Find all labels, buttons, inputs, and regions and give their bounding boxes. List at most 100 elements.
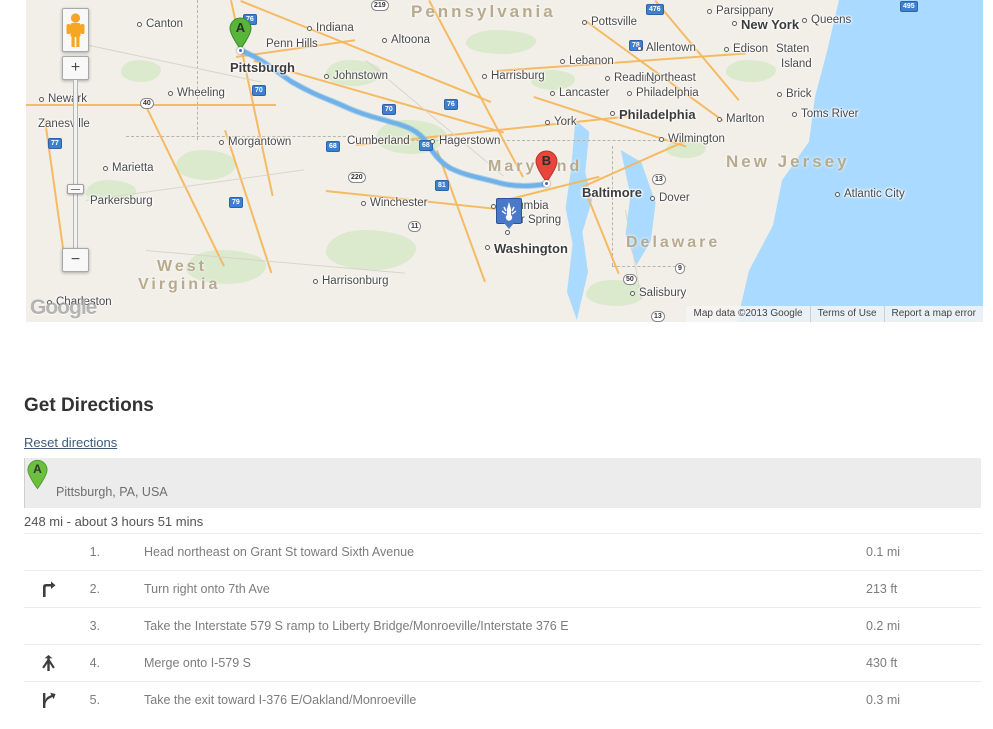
map-data-copyright: Map data ©2013 Google	[693, 308, 803, 319]
state-label: Pennsylvania	[411, 2, 556, 21]
marker-a-label: A	[235, 20, 246, 35]
city-dot	[485, 245, 490, 250]
map-marker-b-destination[interactable]: B	[535, 150, 558, 187]
city-label: Toms River	[801, 108, 859, 120]
city-dot	[792, 112, 797, 117]
google-logo-watermark: Google	[30, 296, 97, 319]
highway-shield: 76	[444, 99, 458, 110]
city-dot	[482, 74, 487, 79]
city-dot	[361, 201, 366, 206]
step-maneuver-icon	[24, 533, 72, 571]
city-label: Wilmington	[668, 133, 725, 145]
city-label: Parsippany	[716, 5, 774, 17]
zoom-out-button[interactable]: −	[62, 248, 89, 272]
pegman-icon	[66, 13, 85, 47]
city-label: Harrisonburg	[322, 275, 389, 287]
city-dot	[545, 120, 550, 125]
city-dot	[717, 117, 722, 122]
step-number: 1.	[72, 533, 120, 571]
step-number: 3.	[72, 607, 120, 645]
city-label: Allentown	[646, 42, 696, 54]
direction-step-row[interactable]: 1. Head northeast on Grant St toward Sixt…	[24, 533, 981, 571]
step-maneuver-icon	[24, 570, 72, 608]
city-dot	[707, 9, 712, 14]
city-label: Penn Hills	[266, 38, 318, 50]
zoom-slider-handle[interactable]	[67, 184, 84, 194]
directions-steps-body: 1. Head northeast on Grant St toward Sixt…	[24, 533, 981, 719]
city-label: New York	[741, 17, 800, 32]
city-label: Atlantic City	[844, 188, 905, 200]
origin-address: Pittsburgh, PA, USA	[56, 485, 168, 499]
page-title: Get Directions	[24, 394, 154, 416]
highway-shield: 13	[651, 311, 665, 322]
city-dot	[650, 196, 655, 201]
city-label: Dover	[659, 192, 690, 204]
city-dot	[550, 91, 555, 96]
city-dot	[627, 91, 632, 96]
city-label: Morgantown	[228, 136, 292, 148]
city-label: Cumberland	[347, 135, 410, 147]
highway-shield: 70	[382, 104, 396, 115]
direction-step-row[interactable]: 5. Take the exit toward I-376 E/Oakland/M…	[24, 681, 981, 719]
step-number: 4.	[72, 644, 120, 682]
city-label: Salisbury	[639, 287, 687, 299]
street-view-pegman-control[interactable]	[62, 8, 89, 52]
city-dot	[560, 59, 565, 64]
step-number: 5.	[72, 681, 120, 719]
city-label: Philadelphia	[619, 107, 696, 122]
merge-icon	[41, 654, 55, 671]
reset-directions-link[interactable]: Reset directions	[24, 435, 117, 450]
origin-marker-a: A	[27, 459, 48, 490]
step-instruction: Take the Interstate 579 S ramp to Libert…	[120, 607, 866, 645]
city-label: Northeast	[646, 72, 696, 84]
direction-step-row[interactable]: 3. Take the Interstate 579 S ramp to Libe…	[24, 607, 981, 645]
report-map-error-link[interactable]: Report a map error	[883, 306, 983, 322]
poi-monument-marker[interactable]	[496, 198, 522, 229]
city-dot	[168, 91, 173, 96]
direction-step-row[interactable]: 4. Merge onto I-579 S 430 ft	[24, 644, 981, 682]
city-dot	[39, 97, 44, 102]
step-distance: 430 ft	[866, 644, 981, 682]
city-dot	[835, 192, 840, 197]
city-label: Queens	[811, 14, 852, 26]
step-number: 2.	[72, 570, 120, 608]
highway-shield: 81	[435, 180, 449, 191]
city-label: Winchester	[370, 197, 428, 209]
zoom-in-button[interactable]: +	[62, 56, 89, 80]
city-dot	[103, 166, 108, 171]
city-label: Staten	[776, 43, 810, 55]
city-label: Altoona	[391, 34, 431, 46]
city-dot	[610, 111, 615, 116]
zoom-slider-track[interactable]	[73, 80, 78, 248]
terms-of-use-link[interactable]: Terms of Use	[809, 306, 884, 322]
city-label: Lancaster	[559, 87, 610, 99]
city-dot	[630, 291, 635, 296]
highway-shield: 9	[675, 263, 685, 274]
highway-shield: 79	[229, 197, 243, 208]
highway-shield: 11	[408, 221, 422, 232]
map-marker-a-origin[interactable]: A	[229, 17, 252, 54]
city-dot	[313, 279, 318, 284]
step-maneuver-icon	[24, 607, 72, 645]
state-label: New Jersey	[726, 152, 850, 171]
step-distance: 213 ft	[866, 570, 981, 608]
city-label: Marlton	[726, 113, 765, 125]
zoom-control[interactable]: + −	[62, 56, 89, 272]
step-distance: 0.3 mi	[866, 681, 981, 719]
city-dot	[324, 74, 329, 79]
city-dot	[137, 22, 142, 27]
step-instruction: Take the exit toward I-376 E/Oakland/Mon…	[120, 681, 866, 719]
city-label: Johnstown	[333, 70, 388, 82]
map-canvas[interactable]: Pennsylvania New Jersey Maryland Delaware We…	[26, 0, 983, 322]
city-label: Brick	[786, 88, 812, 100]
city-label: Pittsburgh	[230, 60, 295, 75]
city-label: Pottsville	[591, 16, 638, 28]
marker-a-anchor	[237, 47, 244, 54]
city-dot	[802, 18, 807, 23]
city-label: Baltimore	[582, 185, 642, 200]
highway-shield: 13	[652, 174, 666, 185]
direction-step-row[interactable]: 2. Turn right onto 7th Ave 213 ft	[24, 570, 981, 608]
map-region[interactable]: Pennsylvania New Jersey Maryland Delaware We…	[26, 0, 983, 322]
origin-row: A Pittsburgh, PA, USA	[24, 458, 981, 508]
city-label: Wheeling	[177, 87, 225, 99]
